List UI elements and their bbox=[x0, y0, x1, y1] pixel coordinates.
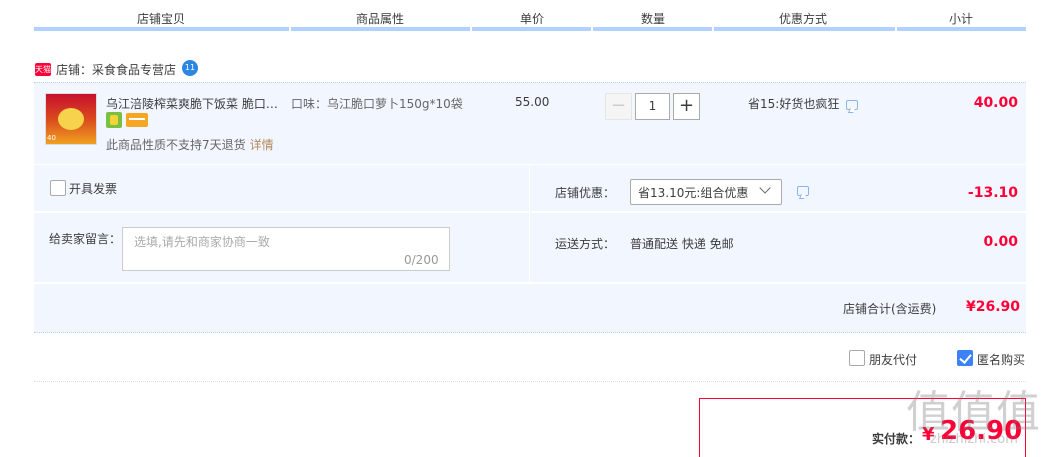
shop-discount-amount: -13.10 bbox=[967, 185, 1018, 201]
header-col-attributes: 商品属性 bbox=[356, 12, 405, 26]
shop-name-link[interactable]: 店铺：采食食品专营店 bbox=[56, 61, 176, 78]
message-label: 给卖家留言： bbox=[49, 232, 122, 246]
product-image-detail bbox=[58, 108, 84, 130]
guarantee-badge-icon bbox=[106, 112, 122, 128]
seller-message-placeholder: 选填,请先和商家协商一致 bbox=[134, 235, 270, 249]
options-divider bbox=[529, 165, 530, 282]
wangwang-chat-icon[interactable]: 11 bbox=[182, 60, 198, 76]
discount-info-icon[interactable] bbox=[797, 186, 809, 196]
quantity-increase-button[interactable]: + bbox=[673, 93, 700, 120]
invoice-label[interactable]: 开具发票 bbox=[69, 180, 117, 197]
detail-link[interactable]: 详情 bbox=[250, 138, 274, 152]
header-underline bbox=[34, 27, 1026, 31]
shop-total-amount: ¥26.90 bbox=[965, 299, 1020, 315]
watermark-url: zhizhizhi.com bbox=[930, 432, 1018, 447]
message-char-count: 0/200 bbox=[404, 253, 439, 267]
anonymous-purchase-label[interactable]: 匿名购买 bbox=[977, 351, 1025, 368]
shop-total-label: 店铺合计(含运费) bbox=[843, 302, 937, 316]
header-separator bbox=[470, 27, 472, 31]
header-col-unit-price: 单价 bbox=[520, 12, 545, 26]
friend-pay-label[interactable]: 朋友代付 bbox=[869, 351, 917, 368]
watermark: 值值值 bbox=[906, 387, 1041, 438]
quantity-input[interactable]: 1 bbox=[635, 93, 670, 120]
header-separator bbox=[289, 27, 291, 31]
header-separator bbox=[895, 27, 897, 31]
shipping-amount: 0.00 bbox=[983, 234, 1018, 250]
invoice-checkbox[interactable] bbox=[50, 180, 66, 196]
no-return-notice: 此商品性质不支持7天退货 详情 bbox=[106, 136, 274, 153]
header-col-quantity: 数量 bbox=[641, 12, 666, 26]
header-col-discount: 优惠方式 bbox=[779, 12, 828, 26]
shop-discount-selected: 省13.10元:组合优惠 bbox=[638, 186, 749, 200]
product-thumbnail[interactable]: 40 bbox=[45, 93, 97, 145]
unit-price: 55.00 bbox=[515, 95, 550, 109]
anonymous-purchase-checkbox[interactable] bbox=[957, 350, 973, 366]
item-subtotal: 40.00 bbox=[973, 95, 1018, 111]
header-col-item: 店铺宝贝 bbox=[137, 12, 186, 26]
promo-info-icon[interactable] bbox=[846, 100, 858, 110]
thumb-tag: 40 bbox=[47, 134, 56, 142]
header-separator bbox=[591, 27, 593, 31]
product-title-link[interactable]: 乌江涪陵榨菜爽脆下饭菜 脆口榨菜 bbox=[106, 95, 281, 112]
friend-pay-checkbox[interactable] bbox=[849, 350, 865, 366]
tmall-badge-icon: 天猫 bbox=[35, 63, 51, 76]
shipping-label: 运送方式： bbox=[555, 237, 616, 251]
divider bbox=[34, 381, 1026, 382]
credit-card-badge-icon bbox=[126, 113, 148, 127]
options-row-divider bbox=[34, 211, 529, 213]
item-promotion: 省15:好货也疯狂 bbox=[748, 97, 840, 111]
no-return-text: 此商品性质不支持7天退货 bbox=[106, 138, 246, 152]
product-attribute: 口味：乌江脆口萝卜150g*10袋 bbox=[291, 97, 463, 111]
quantity-decrease-button[interactable]: − bbox=[605, 93, 632, 120]
header-separator bbox=[712, 27, 714, 31]
shop-discount-label: 店铺优惠： bbox=[555, 186, 616, 200]
header-col-subtotal: 小计 bbox=[949, 12, 974, 26]
options-row-divider bbox=[531, 211, 1026, 213]
shipping-method: 普通配送 快递 免邮 bbox=[630, 237, 734, 251]
